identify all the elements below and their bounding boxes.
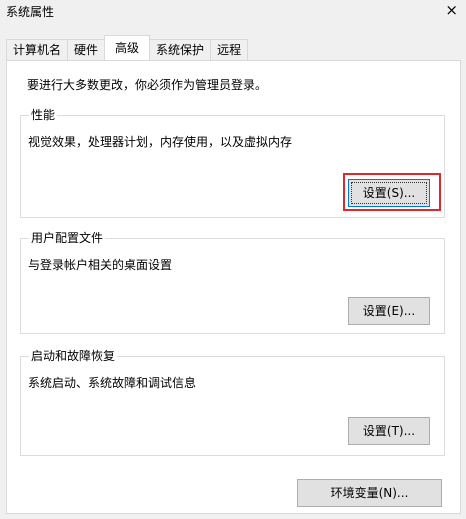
startup-recovery-group-title: 启动和故障恢复	[29, 348, 118, 364]
performance-settings-button[interactable]: 设置(S)...	[348, 179, 430, 207]
tab-computer-name[interactable]: 计算机名	[6, 39, 69, 60]
system-properties-window: 系统属性 × 计算机名 硬件 高级 系统保护 远程 要进行大多数更改，你必须作为…	[0, 0, 466, 519]
user-profiles-group: 用户配置文件 与登录帐户相关的桌面设置 设置(E)...	[20, 230, 445, 334]
performance-description: 视觉效果，处理器计划，内存使用，以及虚拟内存	[28, 135, 293, 149]
environment-variables-button[interactable]: 环境变量(N)...	[297, 479, 442, 507]
tab-advanced[interactable]: 高级	[104, 35, 151, 60]
performance-group: 性能 视觉效果，处理器计划，内存使用，以及虚拟内存 设置(S)...	[20, 107, 445, 218]
tab-bar: 计算机名 硬件 高级 系统保护 远程	[6, 35, 249, 60]
close-icon[interactable]: ×	[445, 1, 458, 19]
user-profiles-settings-button[interactable]: 设置(E)...	[348, 297, 430, 325]
tab-remote[interactable]: 远程	[210, 39, 249, 60]
user-profiles-description: 与登录帐户相关的桌面设置	[28, 258, 173, 272]
user-profiles-group-title: 用户配置文件	[29, 230, 106, 246]
tab-hardware[interactable]: 硬件	[67, 39, 106, 60]
startup-recovery-settings-button[interactable]: 设置(T)...	[348, 417, 430, 445]
startup-recovery-description: 系统启动、系统故障和调试信息	[28, 376, 197, 390]
startup-recovery-group: 启动和故障恢复 系统启动、系统故障和调试信息 设置(T)...	[20, 348, 445, 456]
performance-group-title: 性能	[29, 107, 58, 123]
advanced-tab-panel: 要进行大多数更改，你必须作为管理员登录。 性能 视觉效果，处理器计划，内存使用，…	[6, 60, 461, 514]
window-title: 系统属性	[6, 5, 55, 19]
admin-notice: 要进行大多数更改，你必须作为管理员登录。	[27, 78, 268, 92]
tab-system-protection[interactable]: 系统保护	[149, 39, 212, 60]
